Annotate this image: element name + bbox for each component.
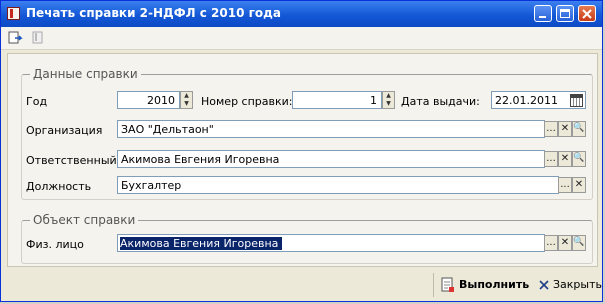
arrow-up-icon[interactable]: ▲: [181, 92, 192, 100]
maximize-icon: [560, 9, 570, 18]
position-clear-button[interactable]: ✕: [572, 177, 586, 193]
person-open-button[interactable]: 🔍: [572, 235, 586, 251]
position-field[interactable]: Бухгалтер: [117, 176, 559, 194]
window-title: Печать справки 2-НДФЛ с 2010 года: [26, 6, 281, 20]
position-label: Должность: [26, 180, 92, 193]
form-content: Данные справки Год 2010 ▲ ▼ Номер справк…: [7, 53, 598, 267]
person-value: Акимова Евгения Игоревна: [120, 237, 283, 250]
organization-label: Организация: [26, 124, 103, 137]
person-clear-button[interactable]: ✕: [558, 235, 572, 251]
date-field[interactable]: 22.01.2011: [491, 91, 586, 109]
arrow-down-icon[interactable]: ▼: [181, 100, 192, 108]
responsible-clear-button[interactable]: ✕: [558, 151, 572, 167]
data-group-legend: Данные справки: [30, 67, 141, 81]
title-bar[interactable]: Печать справки 2-НДФЛ с 2010 года: [1, 1, 602, 27]
execute-button[interactable]: Выполнить: [439, 274, 529, 296]
close-icon: [582, 9, 592, 19]
calendar-icon[interactable]: [570, 94, 583, 107]
person-field[interactable]: Акимова Евгения Игоревна: [117, 234, 545, 252]
year-field[interactable]: 2010: [117, 91, 180, 109]
responsible-choose-button[interactable]: ...: [544, 151, 558, 167]
year-stepper[interactable]: ▲ ▼: [180, 91, 193, 109]
bottom-bar: Выполнить Закрыть: [1, 269, 602, 301]
responsible-value: Акимова Евгения Игоревна: [121, 153, 280, 166]
date-value: 22.01.2011: [495, 94, 558, 107]
maximize-button[interactable]: [556, 5, 574, 22]
form-action-disabled-icon[interactable]: [29, 29, 47, 47]
minimize-icon: [539, 16, 546, 18]
bottom-separator: [433, 273, 434, 297]
number-value: 1: [370, 94, 377, 107]
minimize-button[interactable]: [534, 5, 552, 22]
close-window-button[interactable]: [578, 5, 596, 22]
execute-label: Выполнить: [459, 278, 530, 291]
toolbar: [1, 27, 602, 50]
arrow-down-icon[interactable]: ▼: [383, 100, 394, 108]
object-group-legend: Объект справки: [30, 213, 139, 227]
dialog-window: Печать справки 2-НДФЛ с 2010 года Данные…: [0, 0, 603, 302]
organization-choose-button[interactable]: ...: [544, 121, 558, 137]
print-document-icon: [441, 277, 454, 292]
year-value: 2010: [147, 94, 175, 107]
date-label: Дата выдачи:: [401, 95, 480, 108]
position-choose-button[interactable]: ...: [558, 177, 572, 193]
close-button[interactable]: Закрыть: [539, 274, 602, 296]
responsible-open-button[interactable]: 🔍: [572, 151, 586, 167]
year-label: Год: [26, 95, 48, 108]
responsible-field[interactable]: Акимова Евгения Игоревна: [117, 150, 545, 168]
number-stepper[interactable]: ▲ ▼: [382, 91, 395, 109]
responsible-label: Ответственный: [26, 154, 117, 167]
close-label: Закрыть: [553, 278, 602, 291]
arrow-up-icon[interactable]: ▲: [383, 92, 394, 100]
organization-open-button[interactable]: 🔍: [572, 121, 586, 137]
organization-value: ЗАО "Дельтаон": [121, 123, 214, 136]
person-choose-button[interactable]: ...: [544, 235, 558, 251]
organization-field[interactable]: ЗАО "Дельтаон": [117, 120, 545, 138]
close-icon: [539, 280, 549, 290]
app-icon: [7, 7, 20, 20]
organization-clear-button[interactable]: ✕: [558, 121, 572, 137]
number-label: Номер справки:: [201, 95, 293, 108]
person-label: Физ. лицо: [26, 238, 84, 251]
position-value: Бухгалтер: [121, 179, 182, 192]
form-action-icon[interactable]: [7, 29, 25, 47]
number-field[interactable]: 1: [292, 91, 382, 109]
